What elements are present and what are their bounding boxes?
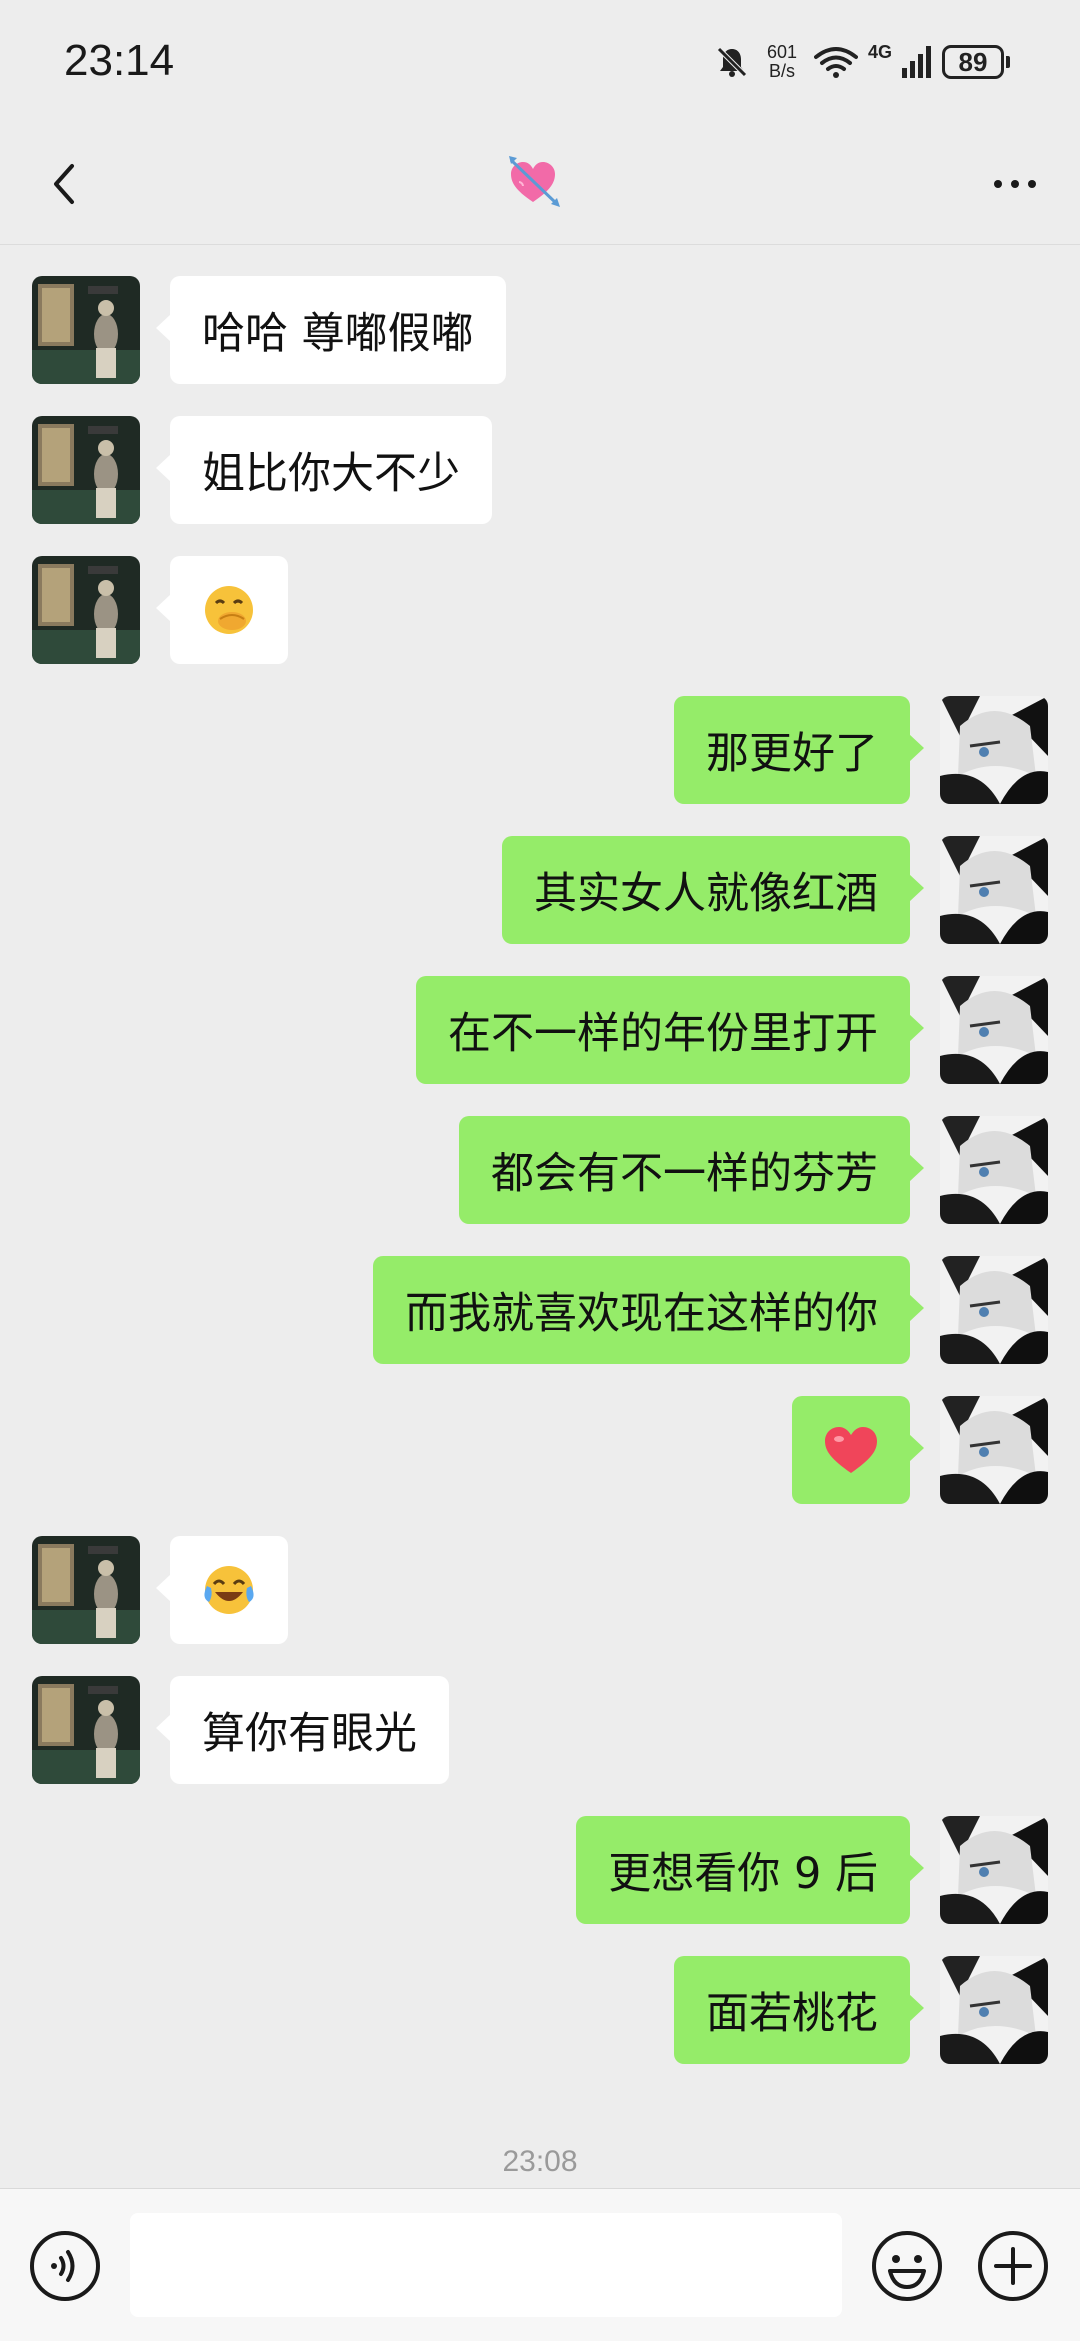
message-received: 算你有眼光	[0, 1676, 1080, 1784]
plus-icon[interactable]	[976, 2229, 1050, 2303]
heart-with-arrow-icon	[509, 156, 560, 207]
message-bubble[interactable]: 算你有眼光	[156, 1676, 449, 1784]
message-sent: 更想看你 9 后	[0, 1816, 1080, 1924]
message-timestamp: 23:08	[502, 2145, 578, 2178]
network-type: 4G	[867, 41, 892, 62]
hand-over-mouth-emoji-icon	[205, 586, 253, 634]
message-bubble[interactable]: 面若桃花	[674, 1956, 924, 2064]
my-avatar[interactable]	[940, 976, 1048, 1084]
message-list[interactable]: 哈哈 尊嘟假嘟 姐比你大不少 那更好了 其实女人就像红酒 在不一样的年份里打开 …	[0, 244, 1080, 2184]
message-bubble[interactable]: 那更好了	[674, 696, 924, 804]
message-input[interactable]	[130, 2213, 842, 2317]
message-received	[0, 1536, 1080, 1644]
battery-level: 89	[958, 46, 988, 77]
message-received	[0, 556, 1080, 664]
message-received: 姐比你大不少	[0, 416, 1080, 524]
chevron-left-icon[interactable]	[36, 154, 96, 214]
mute-bell-icon	[717, 47, 747, 77]
message-bubble[interactable]: 更想看你 9 后	[576, 1816, 924, 1924]
network-speed: 601 B/s	[760, 43, 804, 81]
message-sent: 在不一样的年份里打开	[0, 976, 1080, 1084]
message-bubble[interactable]: 姐比你大不少	[156, 416, 492, 524]
status-icons: 601 B/s 4G 89	[714, 40, 1010, 84]
message-bubble[interactable]: 其实女人就像红酒	[502, 836, 924, 944]
more-dots-icon[interactable]	[980, 154, 1050, 214]
network-speed-unit: B/s	[768, 61, 795, 81]
contact-avatar[interactable]	[32, 556, 140, 664]
message-sent: 而我就喜欢现在这样的你	[0, 1256, 1080, 1364]
my-avatar[interactable]	[940, 1956, 1048, 2064]
battery-indicator: 89	[942, 45, 1004, 79]
my-avatar[interactable]	[940, 1256, 1048, 1364]
battery-tip	[1006, 56, 1010, 68]
message-sent: 面若桃花	[0, 1956, 1080, 2064]
network-speed-value: 601	[766, 42, 797, 62]
message-bubble[interactable]: 都会有不一样的芬芳	[459, 1116, 924, 1224]
message-received: 哈哈 尊嘟假嘟	[0, 276, 1080, 384]
message-sent: 都会有不一样的芬芳	[0, 1116, 1080, 1224]
message-bubble[interactable]	[792, 1396, 924, 1504]
contact-avatar[interactable]	[32, 1676, 140, 1784]
my-avatar[interactable]	[940, 1816, 1048, 1924]
my-avatar[interactable]	[940, 836, 1048, 944]
signal-icon	[902, 46, 931, 78]
message-bubble[interactable]	[156, 556, 288, 664]
message-bubble[interactable]: 哈哈 尊嘟假嘟	[156, 276, 506, 384]
message-sent	[0, 1396, 1080, 1504]
message-sent: 其实女人就像红酒	[0, 836, 1080, 944]
wifi-icon	[813, 47, 858, 78]
chat-header	[0, 124, 1080, 245]
input-bar	[0, 2188, 1080, 2341]
message-sent: 那更好了	[0, 696, 1080, 804]
red-heart-icon	[825, 1427, 877, 1473]
message-bubble[interactable]: 在不一样的年份里打开	[416, 976, 924, 1084]
message-bubble[interactable]: 而我就喜欢现在这样的你	[373, 1256, 924, 1364]
contact-avatar[interactable]	[32, 1536, 140, 1644]
status-time: 23:14	[64, 36, 175, 85]
laughing-tears-emoji-icon	[204, 1566, 254, 1614]
message-bubble[interactable]	[156, 1536, 288, 1644]
my-avatar[interactable]	[940, 1396, 1048, 1504]
my-avatar[interactable]	[940, 696, 1048, 804]
contact-avatar[interactable]	[32, 416, 140, 524]
voice-icon[interactable]	[28, 2229, 102, 2303]
smiley-icon[interactable]	[870, 2229, 944, 2303]
my-avatar[interactable]	[940, 1116, 1048, 1224]
contact-avatar[interactable]	[32, 276, 140, 384]
status-bar: 23:14 601 B/s 4G 89	[0, 0, 1080, 124]
